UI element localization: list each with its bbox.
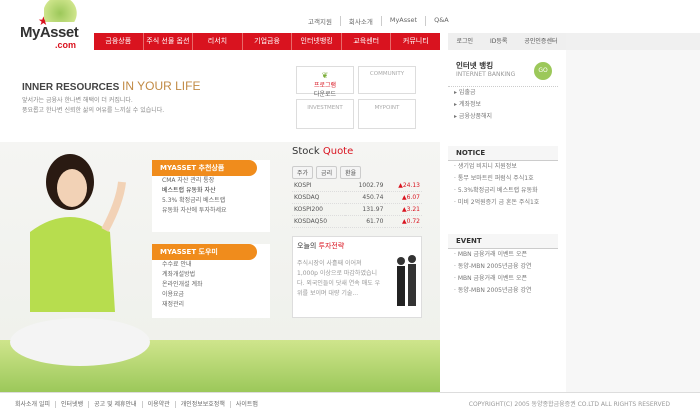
menu-research[interactable]: 리서치 — [193, 33, 243, 50]
topnav-myasset[interactable]: MyAsset — [382, 16, 427, 26]
banking-go-button[interactable]: GO — [534, 62, 552, 80]
logo-name: MyAsset — [20, 24, 79, 41]
register-link[interactable]: ID등록 — [490, 33, 507, 50]
leaf-decoration — [44, 0, 84, 22]
footer-sitemap[interactable]: 사이트맵 — [231, 401, 263, 408]
table-row: KOSPI200 131.97 ▲3.21 — [292, 203, 422, 216]
right-background — [566, 50, 700, 392]
page-headline: INNER RESOURCES IN YOUR LIFE — [22, 79, 201, 93]
helper-account-method[interactable]: 계좌개설방법 — [152, 270, 270, 280]
menu-education[interactable]: 교육센터 — [342, 33, 392, 50]
card2-title: MYASSET 도우미 — [152, 244, 257, 260]
menu-stocks[interactable]: 주식 선물 옵션 — [144, 33, 194, 50]
recommend-card[interactable]: MYASSET 추천상품 CMA 자산 관리 통장 베스트랩 유동화 자산 5.… — [152, 160, 270, 232]
quick-download[interactable]: ❦ 프로그램 다운로드 — [296, 66, 354, 98]
businessmen-illustration — [397, 255, 416, 306]
helper-finance[interactable]: 재정관리 — [152, 300, 270, 310]
list-item[interactable]: · 5.3%확정금리 베스트랩 유동화 — [448, 185, 558, 197]
today-title: 오늘의 투자전략 — [297, 242, 345, 250]
topnav-about[interactable]: 회사소개 — [341, 16, 382, 26]
notice-title: NOTICE — [448, 146, 558, 161]
banking-cancel[interactable]: ▸ 금융상품해지 — [448, 111, 558, 123]
woman-illustration — [10, 154, 150, 366]
table-row: KOSDAQ 450.74 ▲6.07 — [292, 191, 422, 204]
top-nav: 고객지원 회사소개 MyAsset Q&A — [300, 16, 457, 26]
banking-deposit[interactable]: ▸ 입출금 — [448, 87, 558, 99]
helper-card: MYASSET 도우미 수수료 안내 계좌개설방법 온라인개설 계좌 이용요금 … — [152, 244, 270, 318]
util-links: 로그인 ID등록 공인인증센터 — [448, 33, 566, 50]
event-title: EVENT — [448, 234, 558, 249]
tab-rate[interactable]: 금리 — [316, 166, 338, 179]
stock-table: KOSPI 1002.79 ▲24.13 KOSDAQ 450.74 ▲6.07 KOS… — [292, 180, 422, 228]
footer-about[interactable]: 회사소개 일피 — [10, 401, 57, 408]
banking-account[interactable]: ▸ 계좌정보 — [448, 99, 558, 111]
helper-fee[interactable]: 수수료 안내 — [152, 260, 270, 270]
quick-mypoint[interactable]: MYPOINT — [358, 99, 416, 129]
cert-center-link[interactable]: 공인인증센터 — [524, 33, 557, 50]
table-row: KOSDAQ50 61.70 ▲0.72 — [292, 215, 422, 228]
list-item[interactable]: · 통무 보마트린 퍼럼식 주식1호 — [448, 173, 558, 185]
notice-panel: NOTICE · 생기업 비지니 지원정보 · 통무 보마트린 퍼럼식 주식1호… — [448, 146, 558, 209]
event-panel: EVENT · MBN 금융거래 이벤트 오픈 · 동양-MBN 2005년금융… — [448, 234, 558, 297]
headline-sub: 앞서가는 금융사 한나변 해택이 더 커집니다. 풍요롭고 한나변 신뢰한 삶의 … — [22, 97, 165, 114]
plant-icon: ❦ — [321, 71, 329, 80]
banking-panel: 인터넷 뱅킹 INTERNET BANKING GO ▸ 입출금 ▸ 계좌정보 … — [448, 60, 558, 123]
list-item[interactable]: · MBN 금융거래 이벤트 오픈 — [448, 273, 558, 285]
footer-internet[interactable]: 인터넷뱅 — [56, 401, 90, 408]
login-link[interactable]: 로그인 — [456, 33, 473, 50]
tab-stock[interactable]: 주가 — [292, 166, 314, 179]
footer-terms[interactable]: 이용약관 — [142, 401, 176, 408]
helper-usage[interactable]: 이용요금 — [152, 290, 270, 300]
footer: 회사소개 일피 인터넷뱅 공고 및 제휴안내 이용약관 개인정보보호정책 사이트맵 COP… — [0, 392, 700, 414]
list-item[interactable]: · 동양-MBN 2005년금융 강연 — [448, 285, 558, 297]
stock-title: Stock Quote — [292, 146, 354, 157]
topnav-support[interactable]: 고객지원 — [300, 16, 341, 26]
quick-investment[interactable]: INVESTMENT — [296, 99, 354, 129]
stock-tabs: 주가 금리 환율 — [292, 166, 362, 179]
helper-online[interactable]: 온라인개설 계좌 — [152, 280, 270, 290]
tab-exchange[interactable]: 환율 — [340, 166, 362, 179]
list-item[interactable]: · 생기업 비지니 지원정보 — [448, 161, 558, 173]
menu-financial-products[interactable]: 금융상품 — [94, 33, 144, 50]
list-item[interactable]: · 미비 2억원증기 금 혼돈 주식1호 — [448, 197, 558, 209]
footer-notice[interactable]: 공고 및 제휴안내 — [89, 401, 143, 408]
main-menu: 금융상품 주식 선물 옵션 리서치 기업금융 인터넷뱅킹 교육센터 커뮤니티 — [94, 33, 440, 50]
topnav-qna[interactable]: Q&A — [426, 16, 457, 26]
footer-privacy[interactable]: 개인정보보호정책 — [175, 401, 231, 408]
menu-greybar — [566, 33, 700, 50]
today-strategy[interactable]: 오늘의 투자전략 주식시장이 사흘째 이어져 1,000p 이상으로 마감하였습… — [292, 236, 422, 318]
menu-corporate[interactable]: 기업금융 — [243, 33, 293, 50]
menu-internet-banking[interactable]: 인터넷뱅킹 — [292, 33, 342, 50]
today-text: 주식시장이 사흘째 이어져 1,000p 이상으로 마감하였습니다. 외국인들이… — [297, 260, 381, 297]
logo-domain: .com — [55, 40, 77, 50]
table-row: KOSPI 1002.79 ▲24.13 — [292, 180, 422, 192]
card1-title: MYASSET 추천상품 — [152, 160, 257, 176]
list-item[interactable]: · MBN 금융거래 이벤트 오픈 — [448, 249, 558, 261]
list-item[interactable]: · 동양-MBN 2005년금융 강연 — [448, 261, 558, 273]
footer-copyright: COPYRIGHT(C) 2005 동양종합금융증권 CO.LTD ALL RI… — [468, 401, 670, 408]
menu-community[interactable]: 커뮤니티 — [391, 33, 440, 50]
quick-community[interactable]: COMMUNITY — [358, 66, 416, 94]
